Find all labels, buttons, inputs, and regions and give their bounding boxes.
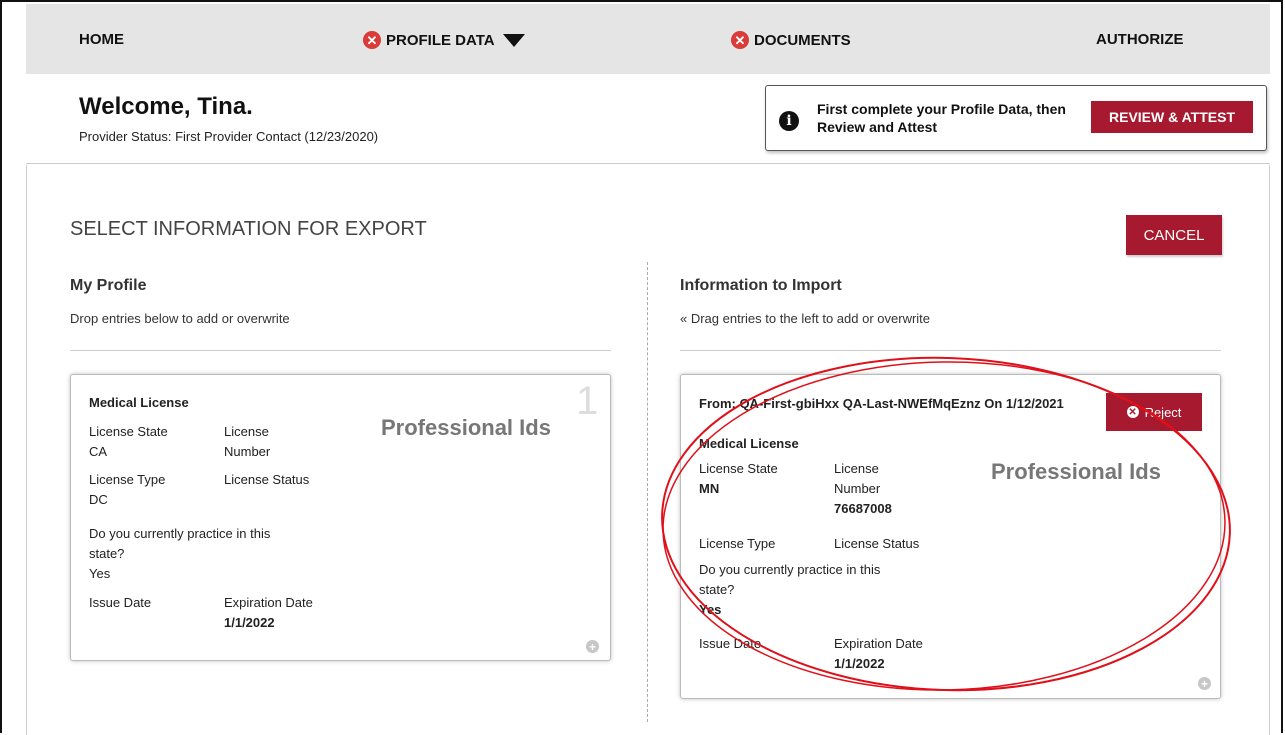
x-circle-icon: ✕ [1126,406,1139,418]
practice-question-cont: state? [89,546,125,561]
import-title: Information to Import [680,277,842,294]
issue-date-label: Issue Date [699,636,762,651]
nav-home-label: HOME [79,31,124,48]
expiration-date-value: 1/1/2022 [834,656,885,671]
card-category: Professional Ids [991,459,1161,484]
expiration-date-label: Expiration Date [224,595,313,610]
license-state-label: License State [89,424,168,439]
plus-circle-icon[interactable]: + [1198,677,1211,690]
attest-notice: i First complete your Profile Data, then… [765,85,1267,151]
nav-documents[interactable]: ✕ DOCUMENTS [731,31,851,49]
license-number-label: License [834,461,879,476]
import-subtitle: « Drag entries to the left to add or ove… [680,311,931,326]
license-status-label: License Status [224,472,310,487]
license-type-label: License Type [89,472,166,487]
license-state-value: CA [89,444,108,459]
license-number-value: 76687008 [834,501,892,516]
my-profile-divider [70,350,611,351]
practice-value: Yes [699,602,722,617]
nav-home[interactable]: HOME [79,31,124,48]
expiration-date-label: Expiration Date [834,636,923,651]
license-state-value: MN [699,481,720,496]
import-divider [680,350,1221,351]
nav-authorize-label: AUTHORIZE [1096,31,1184,48]
expiration-date-value: 1/1/2022 [224,615,275,630]
notice-text: First complete your Profile Data, then R… [817,101,1066,135]
header-divider [26,163,1270,164]
profile-entry-card[interactable]: Medical License 1 Professional Ids Licen… [70,374,611,661]
practice-question-cont: state? [699,582,735,597]
import-from: From: QA-First-gbiHxx QA-Last-NWEfMqEznz… [699,396,1064,411]
card-category: Professional Ids [381,415,551,440]
info-icon: i [779,111,799,131]
error-icon: ✕ [363,31,381,49]
entry-number: 1 [576,379,599,423]
license-number-label: License [224,424,269,439]
my-profile-subtitle: Drop entries below to add or overwrite [70,311,290,326]
welcome-heading: Welcome, Tina. [79,93,253,120]
reject-button[interactable]: ✕ Reject [1106,393,1202,431]
import-entry-card[interactable]: From: QA-First-gbiHxx QA-Last-NWEfMqEznz… [680,374,1221,699]
license-number-label-cont: Number [224,444,271,459]
nav-authorize[interactable]: AUTHORIZE [1096,31,1184,48]
license-type-value: DC [89,492,108,507]
provider-status: Provider Status: First Provider Contact … [79,129,379,144]
license-status-label: License Status [834,536,920,551]
nav-documents-label: DOCUMENTS [754,31,851,49]
plus-circle-icon[interactable]: + [586,640,599,653]
column-divider [647,262,648,722]
top-nav: HOME ✕ PROFILE DATA ✕ DOCUMENTS AUTHORIZ… [26,4,1270,74]
license-state-label: License State [699,461,778,476]
error-icon: ✕ [731,31,749,49]
caret-down-icon [502,33,525,47]
card-heading: Medical License [699,436,799,451]
practice-question: Do you currently practice in this [89,526,271,541]
section-title: SELECT INFORMATION FOR EXPORT [70,218,427,240]
license-type-label: License Type [699,536,776,551]
nav-profile-data[interactable]: ✕ PROFILE DATA [363,31,525,49]
nav-profile-data-label: PROFILE DATA [386,31,495,49]
issue-date-label: Issue Date [89,595,152,610]
practice-question: Do you currently practice in this [699,562,881,577]
reject-button-label: Reject [1144,404,1182,420]
my-profile-title: My Profile [70,277,147,294]
license-number-label-cont: Number [834,481,881,496]
review-attest-button[interactable]: REVIEW & ATTEST [1091,101,1253,133]
card-heading: Medical License [89,395,189,410]
cancel-button[interactable]: CANCEL [1126,215,1222,255]
practice-value: Yes [89,566,111,581]
